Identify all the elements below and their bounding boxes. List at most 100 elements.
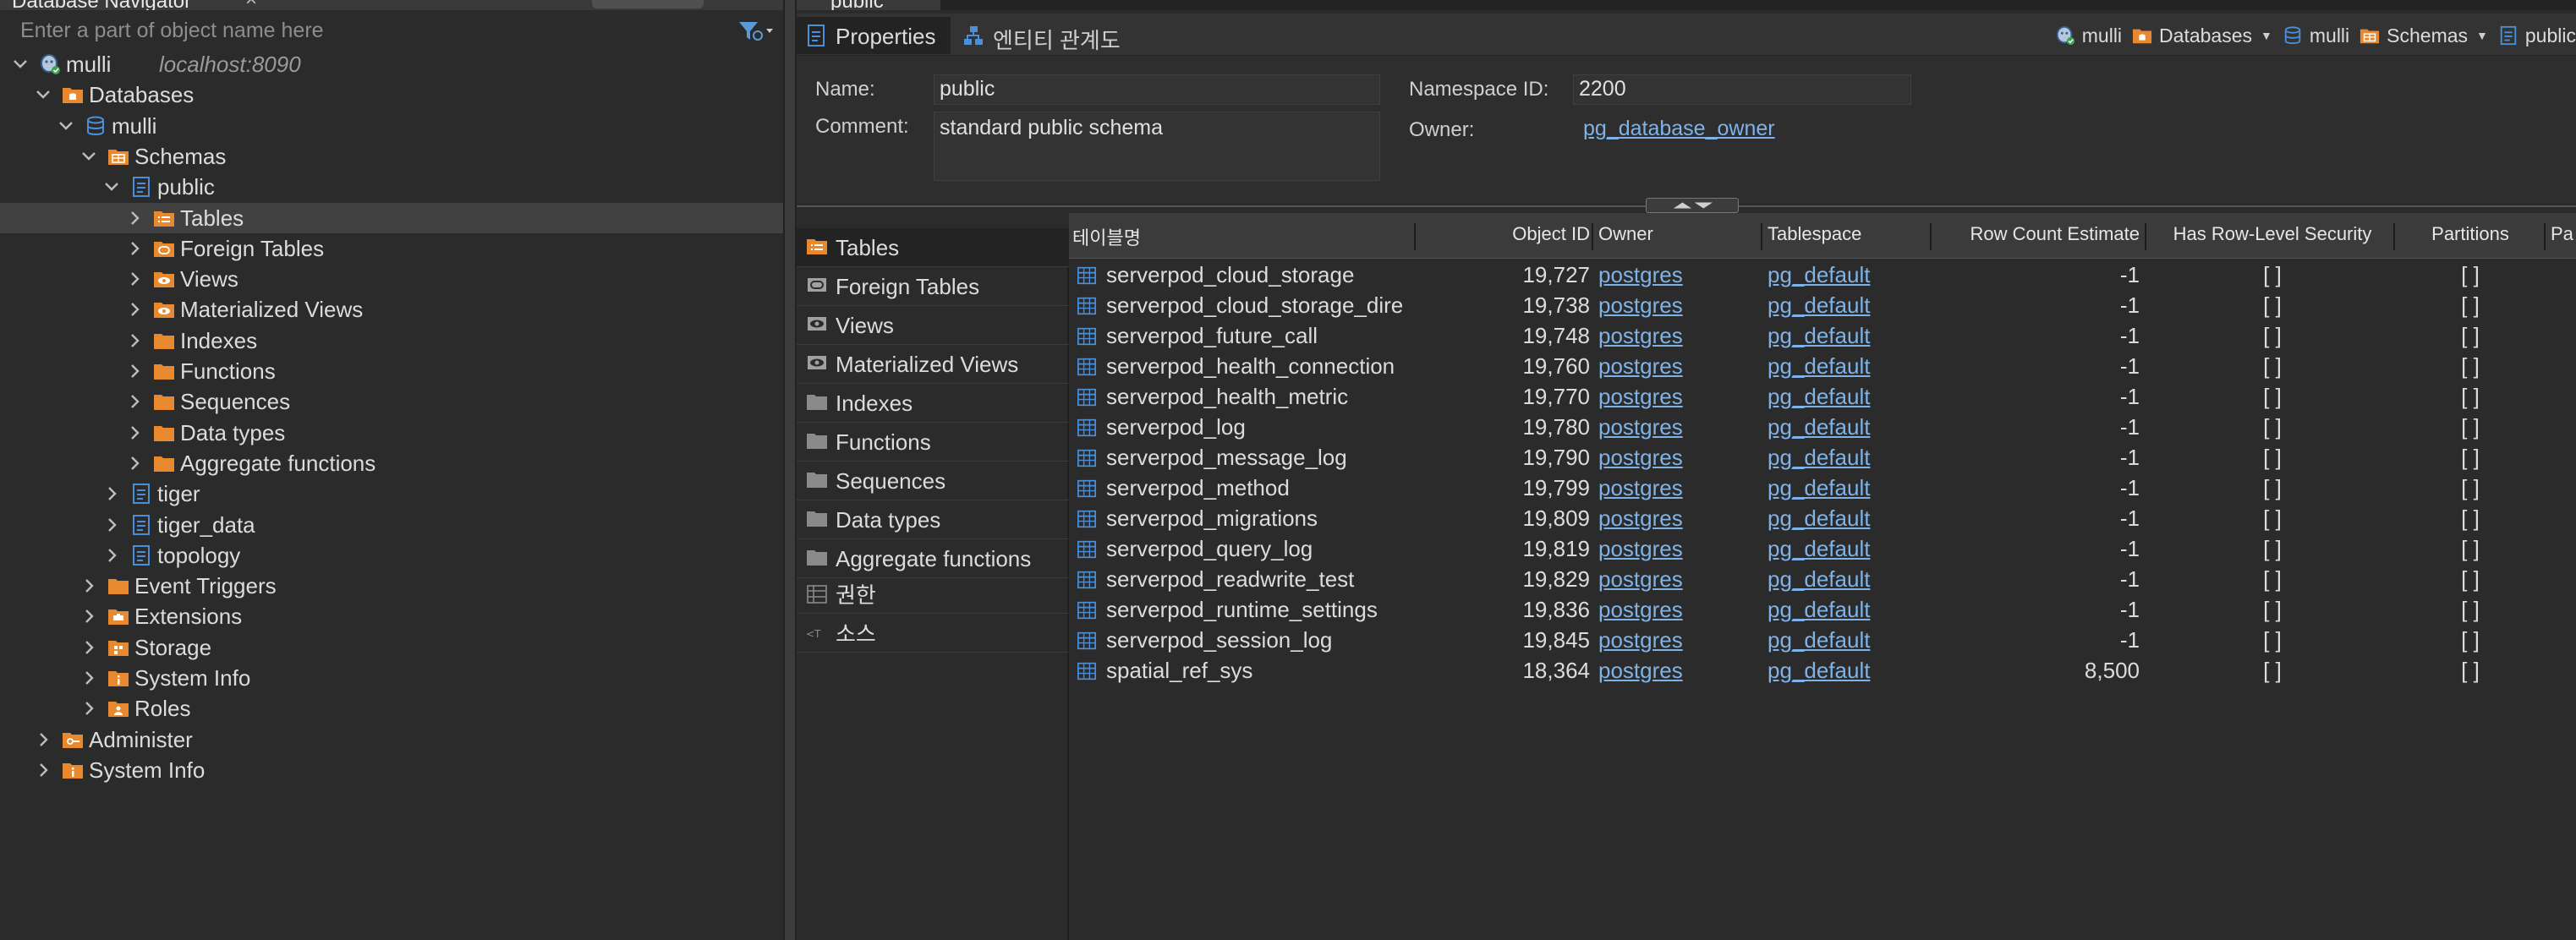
- cell-owner-link[interactable]: postgres: [1598, 353, 1759, 380]
- table-row[interactable]: serverpod_health_connection 19,760 postgre…: [1069, 352, 2576, 382]
- column-header-partitions[interactable]: Partitions: [2400, 223, 2540, 245]
- cell-partitions[interactable]: [ ]: [2400, 506, 2540, 532]
- cell-tablespace-link[interactable]: pg_default: [1768, 475, 1928, 501]
- tree-node-extensions[interactable]: Extensions: [0, 601, 783, 631]
- cell-owner-link[interactable]: postgres: [1598, 384, 1759, 410]
- chevron-right-icon[interactable]: [126, 423, 143, 443]
- tree-node-databases[interactable]: Databases: [0, 79, 783, 110]
- column-divider[interactable]: [1592, 223, 1593, 250]
- chevron-right-icon[interactable]: [103, 515, 120, 535]
- chevron-right-icon[interactable]: [126, 299, 143, 320]
- cell-partitions[interactable]: [ ]: [2400, 323, 2540, 349]
- cell-owner-link[interactable]: postgres: [1598, 262, 1759, 288]
- table-row[interactable]: serverpod_session_log 19,845 postgres pg_de…: [1069, 626, 2576, 656]
- tree-node-roles[interactable]: Roles: [0, 693, 783, 724]
- object-type-item[interactable]: Indexes: [797, 384, 1069, 423]
- collapse-toggle-icon[interactable]: [1646, 198, 1739, 213]
- cell-partitions[interactable]: [ ]: [2400, 597, 2540, 623]
- object-type-item[interactable]: Aggregate functions: [797, 539, 1069, 578]
- panel-controls[interactable]: [592, 0, 704, 8]
- tree-node-public[interactable]: public: [0, 172, 783, 202]
- cell-row-level-security[interactable]: [ ]: [2157, 384, 2388, 410]
- cell-row-level-security[interactable]: [ ]: [2157, 262, 2388, 288]
- cell-owner-link[interactable]: postgres: [1598, 475, 1759, 501]
- chevron-right-icon[interactable]: [80, 606, 97, 626]
- close-icon[interactable]: ×: [245, 0, 257, 10]
- chevron-right-icon[interactable]: [103, 545, 120, 566]
- cell-row-level-security[interactable]: [ ]: [2157, 445, 2388, 471]
- column-header-row-level-security[interactable]: Has Row-Level Security: [2157, 223, 2388, 245]
- table-row[interactable]: serverpod_migrations 19,809 postgres pg_def…: [1069, 504, 2576, 534]
- owner-link[interactable]: pg_database_owner: [1583, 117, 1775, 141]
- cell-tablespace-link[interactable]: pg_default: [1768, 353, 1928, 380]
- dropdown-caret-icon[interactable]: ▼: [2476, 29, 2488, 42]
- cell-tablespace-link[interactable]: pg_default: [1768, 536, 1928, 562]
- dropdown-caret-icon[interactable]: ▼: [2261, 29, 2272, 42]
- cell-row-level-security[interactable]: [ ]: [2157, 658, 2388, 684]
- tree-node-functions[interactable]: Functions: [0, 356, 783, 386]
- table-row[interactable]: serverpod_health_metric 19,770 postgres pg_…: [1069, 382, 2576, 413]
- column-header-object-id[interactable]: Object ID: [1492, 223, 1590, 245]
- tree-node-event-triggers[interactable]: Event Triggers: [0, 571, 783, 601]
- chevron-right-icon[interactable]: [35, 760, 52, 780]
- object-type-item[interactable]: 권한: [797, 577, 1069, 614]
- cell-owner-link[interactable]: postgres: [1598, 597, 1759, 623]
- object-type-item[interactable]: <T 소스: [797, 615, 1069, 653]
- tree-node-foreign-tables[interactable]: Foreign Tables: [0, 233, 783, 264]
- cell-row-level-security[interactable]: [ ]: [2157, 353, 2388, 380]
- chevron-right-icon[interactable]: [126, 391, 143, 412]
- cell-row-level-security[interactable]: [ ]: [2157, 292, 2388, 319]
- chevron-down-icon[interactable]: [58, 116, 74, 136]
- tree-node-tiger[interactable]: tiger: [0, 478, 783, 509]
- cell-row-level-security[interactable]: [ ]: [2157, 597, 2388, 623]
- cell-partitions[interactable]: [ ]: [2400, 262, 2540, 288]
- cell-owner-link[interactable]: postgres: [1598, 445, 1759, 471]
- table-row[interactable]: serverpod_runtime_settings 19,836 postgres…: [1069, 595, 2576, 626]
- column-header-table-name[interactable]: 테이블명: [1072, 223, 1141, 250]
- chevron-right-icon[interactable]: [80, 637, 97, 658]
- cell-owner-link[interactable]: postgres: [1598, 506, 1759, 532]
- table-row[interactable]: serverpod_query_log 19,819 postgres pg_defa…: [1069, 534, 2576, 565]
- object-type-item[interactable]: Materialized Views: [797, 345, 1069, 384]
- tree-node-schemas[interactable]: Schemas: [0, 141, 783, 172]
- cell-row-level-security[interactable]: [ ]: [2157, 566, 2388, 593]
- tree-node-administer[interactable]: Administer: [0, 724, 783, 755]
- cell-row-level-security[interactable]: [ ]: [2157, 323, 2388, 349]
- object-type-item[interactable]: Views: [797, 306, 1069, 345]
- cell-partitions[interactable]: [ ]: [2400, 536, 2540, 562]
- filter-icon[interactable]: [737, 19, 775, 44]
- table-row[interactable]: serverpod_log 19,780 postgres pg_default -1 […: [1069, 413, 2576, 443]
- object-filter-input[interactable]: [19, 17, 729, 44]
- column-header-row-count[interactable]: Row Count Estimate: [1940, 223, 2140, 245]
- tree-node-mulli[interactable]: mulli: [0, 111, 783, 141]
- chevron-right-icon[interactable]: [80, 668, 97, 688]
- object-type-item[interactable]: Foreign Tables: [797, 267, 1069, 306]
- cell-owner-link[interactable]: postgres: [1598, 292, 1759, 319]
- tree-node-data-types[interactable]: Data types: [0, 418, 783, 448]
- name-field[interactable]: public: [934, 74, 1380, 105]
- chevron-right-icon[interactable]: [80, 576, 97, 596]
- cell-row-level-security[interactable]: [ ]: [2157, 536, 2388, 562]
- chevron-right-icon[interactable]: [126, 361, 143, 381]
- breadcrumb-item-mulli[interactable]: mulli: [2283, 25, 2349, 47]
- tab-er-diagram[interactable]: 엔티티 관계도: [954, 17, 1123, 54]
- panel-splitter[interactable]: [783, 0, 797, 940]
- breadcrumb-item-public[interactable]: public: [2498, 25, 2576, 47]
- object-type-item[interactable]: Functions: [797, 423, 1069, 462]
- chevron-right-icon[interactable]: [126, 269, 143, 289]
- column-divider[interactable]: [2145, 223, 2146, 250]
- table-row[interactable]: serverpod_cloud_storage_dire 19,738 postgr…: [1069, 291, 2576, 321]
- tree-node-tiger-data[interactable]: tiger_data: [0, 510, 783, 540]
- cell-tablespace-link[interactable]: pg_default: [1768, 506, 1928, 532]
- tree-node-indexes[interactable]: Indexes: [0, 325, 783, 356]
- chevron-down-icon[interactable]: [35, 85, 52, 105]
- cell-tablespace-link[interactable]: pg_default: [1768, 384, 1928, 410]
- table-row[interactable]: serverpod_future_call 19,748 postgres pg_de…: [1069, 321, 2576, 352]
- column-header-tablespace[interactable]: Tablespace: [1768, 223, 1861, 245]
- tree-node-sequences[interactable]: Sequences: [0, 386, 783, 417]
- tab-properties[interactable]: Properties: [797, 17, 951, 54]
- cell-tablespace-link[interactable]: pg_default: [1768, 658, 1928, 684]
- tree-node-topology[interactable]: topology: [0, 540, 783, 571]
- cell-tablespace-link[interactable]: pg_default: [1768, 597, 1928, 623]
- chevron-right-icon[interactable]: [103, 484, 120, 504]
